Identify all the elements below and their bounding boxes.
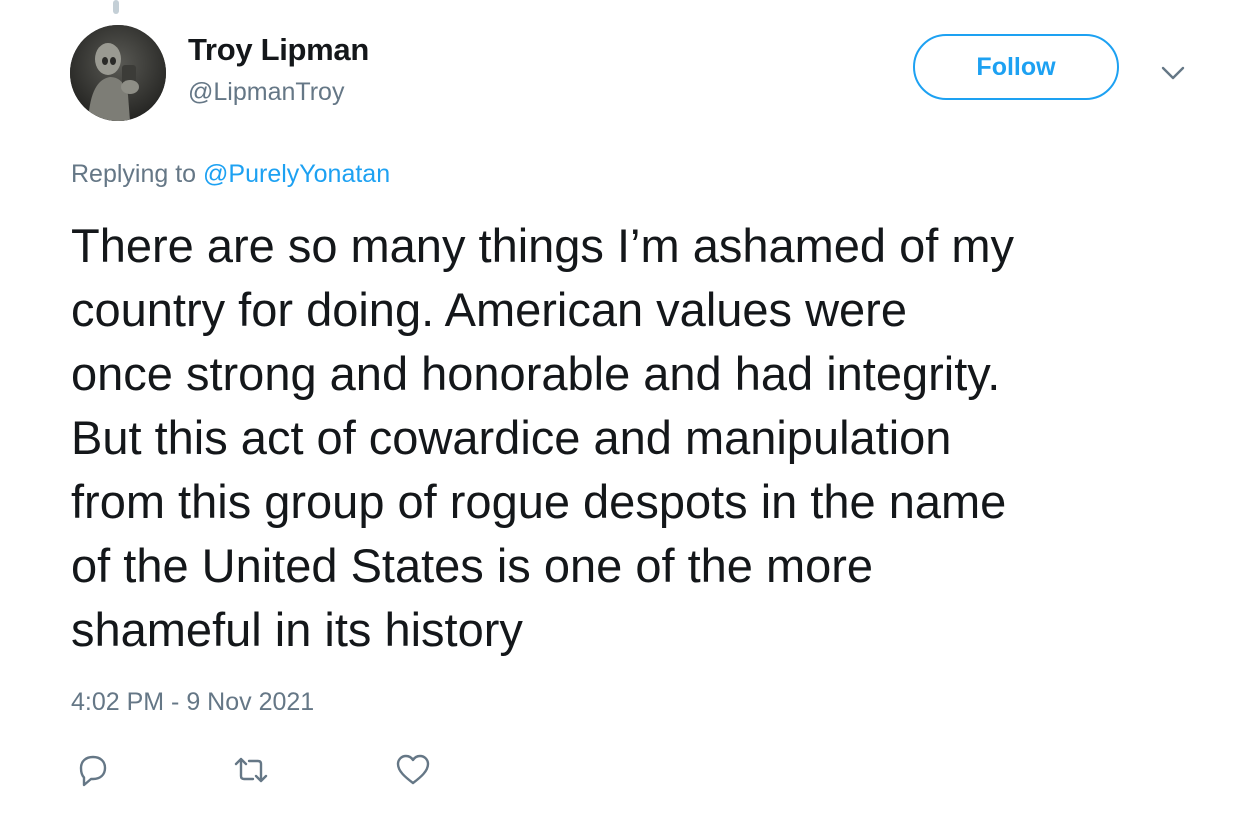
avatar[interactable] (70, 25, 166, 121)
heart-icon[interactable] (393, 750, 433, 790)
thread-connector-line (113, 0, 119, 14)
reply-context-prefix: Replying to (71, 160, 197, 188)
avatar-image (70, 25, 166, 121)
reply-context: Replying to @PurelyYonatan (71, 160, 390, 189)
author-handle[interactable]: @LipmanTroy (188, 78, 344, 107)
chevron-down-icon[interactable] (1158, 58, 1188, 88)
tweet-text: There are so many things I’m ashamed of … (71, 219, 1015, 656)
reply-icon[interactable] (73, 750, 113, 790)
follow-button[interactable]: Follow (913, 34, 1119, 100)
author-display-name[interactable]: Troy Lipman (188, 32, 369, 68)
retweet-icon[interactable] (231, 750, 271, 790)
reply-mention-link[interactable]: @PurelyYonatan (203, 160, 390, 188)
tweet-timestamp[interactable]: 4:02 PM - 9 Nov 2021 (71, 688, 314, 717)
